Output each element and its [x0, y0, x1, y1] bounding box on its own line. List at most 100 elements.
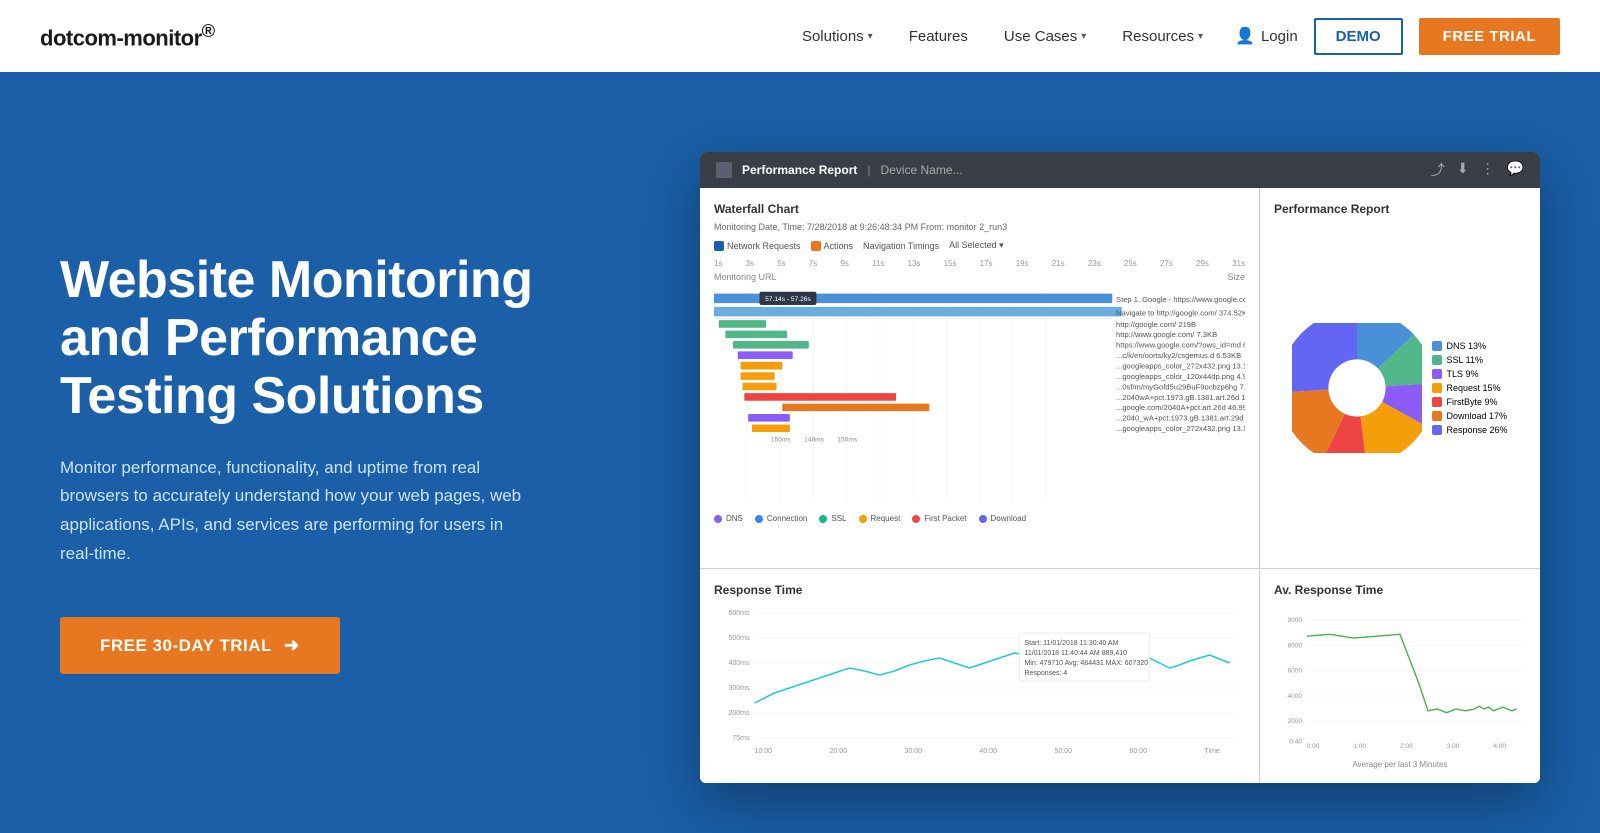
more-icon[interactable]: ⋮: [1481, 160, 1495, 180]
svg-text:300ms: 300ms: [728, 685, 750, 692]
response-time-chart-left: 600ms 500ms 400ms 300ms 200ms 75ms: [714, 603, 1245, 758]
svg-text:8000: 8000: [1288, 642, 1303, 649]
first-packet-dot: [912, 515, 920, 523]
titlebar-chart-icon: [716, 162, 732, 178]
svg-text:200ms: 200ms: [728, 710, 750, 717]
pie-tls-color: [1432, 369, 1442, 379]
dashboard-titlebar: Performance Report | Device Name... ⤴ ⬇ …: [700, 152, 1540, 188]
logo-sup: ®: [202, 20, 215, 41]
hero-title: Website Monitoring and Performance Testi…: [60, 251, 540, 426]
svg-text:Start: 11/01/2018 11:30:40 AM: Start: 11/01/2018 11:30:40 AM: [1025, 640, 1119, 647]
filter-network: Network Requests: [714, 241, 801, 251]
filter-network-label: Network Requests: [727, 241, 801, 251]
svg-text:6000: 6000: [1288, 668, 1303, 675]
request-dot: [859, 515, 867, 523]
hero-cta-button[interactable]: FREE 30-DAY TRIAL ➜: [60, 617, 340, 674]
nav-features-label: Features: [909, 28, 968, 45]
svg-text:2:00: 2:00: [1400, 743, 1413, 750]
filter-actions-label: Actions: [824, 241, 854, 251]
svg-text:11/01/2018 11:40:44 AM 889,410: 11/01/2018 11:40:44 AM 889,410: [1025, 650, 1128, 657]
hero-section: Website Monitoring and Performance Testi…: [0, 72, 1600, 833]
pie-chart-area: DNS 13% SSL 11% TLS 9%: [1274, 222, 1526, 554]
pie-firstbyte-color: [1432, 397, 1442, 407]
svg-text:2000: 2000: [1288, 718, 1303, 725]
pie-ssl-color: [1432, 355, 1442, 365]
logo[interactable]: dotcom-monitor®: [40, 20, 215, 51]
nav-use-cases-label: Use Cases: [1004, 28, 1077, 45]
svg-text:http://google.com/ 219B: http://google.com/ 219B: [1116, 320, 1196, 329]
perf-report-panel: Performance Report: [1260, 188, 1540, 568]
legend-download: Download: [979, 514, 1027, 523]
svg-text:30:00: 30:00: [905, 748, 923, 755]
hero-text-block: Website Monitoring and Performance Testi…: [60, 251, 580, 674]
svg-text:3:00: 3:00: [1447, 743, 1460, 750]
nav-solutions[interactable]: Solutions ▾: [802, 28, 873, 45]
svg-text:Time: Time: [1205, 748, 1220, 755]
filter-nav-label: Navigation Timings: [863, 241, 939, 251]
av-response-panel: Av. Response Time 9000 8000 6000 4000 20…: [1260, 569, 1540, 783]
waterfall-filters: Network Requests Actions Navigation Timi…: [714, 240, 1245, 251]
legend-item-response: Response 26%: [1432, 425, 1507, 435]
svg-text:4:00: 4:00: [1493, 743, 1506, 750]
nav-resources[interactable]: Resources ▾: [1122, 28, 1203, 45]
nav-features[interactable]: Features: [909, 28, 968, 45]
demo-button[interactable]: DEMO: [1314, 18, 1403, 55]
navbar: dotcom-monitor® Solutions ▾ Features Use…: [0, 0, 1600, 72]
svg-text:...0sf/m/myGofd5u29BuF9ocbzp6h: ...0sf/m/myGofd5u29BuF9ocbzp6hg 7.19KB: [1116, 382, 1245, 391]
svg-text:...c/k/en/oorts/ky2/csgemus.d: ...c/k/en/oorts/ky2/csgemus.d 6.53KB: [1116, 351, 1241, 360]
download-icon[interactable]: ⬇: [1457, 160, 1469, 180]
waterfall-panel: Waterfall Chart Monitoring Date, Time: 7…: [700, 188, 1259, 568]
nav-solutions-label: Solutions: [802, 28, 864, 45]
svg-text:https://www.google.com/?ows_id: https://www.google.com/?ows_id=md 63.84K…: [1116, 341, 1245, 350]
hero-dashboard-area: Performance Report | Device Name... ⤴ ⬇ …: [580, 142, 1540, 783]
svg-text:Responses: 4: Responses: 4: [1025, 670, 1068, 677]
legend-item-ssl: SSL 11%: [1432, 355, 1507, 365]
pie-response-color: [1432, 425, 1442, 435]
legend-item-tls: TLS 9%: [1432, 369, 1507, 379]
svg-text:57.14s - 57.26s: 57.14s - 57.26s: [765, 296, 811, 303]
filter-all-label: All Selected ▾: [949, 240, 1004, 251]
svg-text:0:40: 0:40: [1289, 739, 1302, 746]
filter-actions: Actions: [811, 241, 854, 251]
legend-item-request: Request 15%: [1432, 383, 1507, 393]
legend-connection: Connection: [755, 514, 807, 523]
svg-text:10:00: 10:00: [755, 748, 773, 755]
message-icon[interactable]: 💬: [1507, 160, 1524, 180]
ssl-dot: [819, 515, 827, 523]
legend-first-packet: First Packet: [912, 514, 966, 523]
hero-cta-label: FREE 30-DAY TRIAL: [100, 636, 272, 656]
nav-links: Solutions ▾ Features Use Cases ▾ Resourc…: [802, 28, 1203, 45]
share-icon[interactable]: ⤴: [1431, 160, 1445, 180]
titlebar-separator: |: [867, 163, 870, 177]
chevron-down-icon: ▾: [868, 31, 873, 42]
titlebar-actions: ⤴ ⬇ ⋮ 💬: [1431, 160, 1524, 180]
dashboard-window: Performance Report | Device Name... ⤴ ⬇ …: [700, 152, 1540, 783]
waterfall-meta: Monitoring Date, Time: 7/28/2018 at 9:26…: [714, 222, 1245, 232]
legend-item-dns: DNS 13%: [1432, 341, 1507, 351]
svg-text:9000: 9000: [1288, 617, 1303, 624]
nav-use-cases[interactable]: Use Cases ▾: [1004, 28, 1086, 45]
legend-item-download: Download 17%: [1432, 411, 1507, 421]
time-axis: 1s3s 5s7s 9s11s 13s15s 17s19s 21s23s 25s…: [714, 259, 1245, 268]
svg-text:Step 1. Google - https://www.g: Step 1. Google - https://www.google.com …: [1116, 295, 1245, 304]
svg-text:40:00: 40:00: [980, 748, 998, 755]
login-button[interactable]: 👤 Login: [1235, 26, 1298, 46]
user-icon: 👤: [1235, 26, 1255, 46]
waterfall-title: Waterfall Chart: [714, 202, 1245, 216]
svg-text:http://www.google.com/ 7.3KB: http://www.google.com/ 7.3KB: [1116, 330, 1217, 339]
svg-text:500ms: 500ms: [728, 635, 750, 642]
svg-text:148ms: 148ms: [804, 437, 825, 444]
checkbox-network: [714, 241, 724, 251]
response-time-chart-right: 9000 8000 6000 4000 2000 0:40: [1274, 603, 1526, 758]
svg-text:0:00: 0:00: [1307, 743, 1320, 750]
checkbox-actions: [811, 241, 821, 251]
hero-description: Monitor performance, functionality, and …: [60, 454, 540, 570]
svg-text:50:00: 50:00: [1055, 748, 1073, 755]
svg-text:600ms: 600ms: [728, 610, 750, 617]
legend-dns: DNS: [714, 514, 743, 523]
arrow-right-icon: ➜: [284, 635, 300, 656]
titlebar-device: Device Name...: [881, 163, 963, 177]
chevron-down-icon-2: ▾: [1081, 31, 1086, 42]
free-trial-nav-button[interactable]: FREE TRIAL: [1419, 18, 1560, 55]
svg-text:75ms: 75ms: [732, 735, 750, 742]
